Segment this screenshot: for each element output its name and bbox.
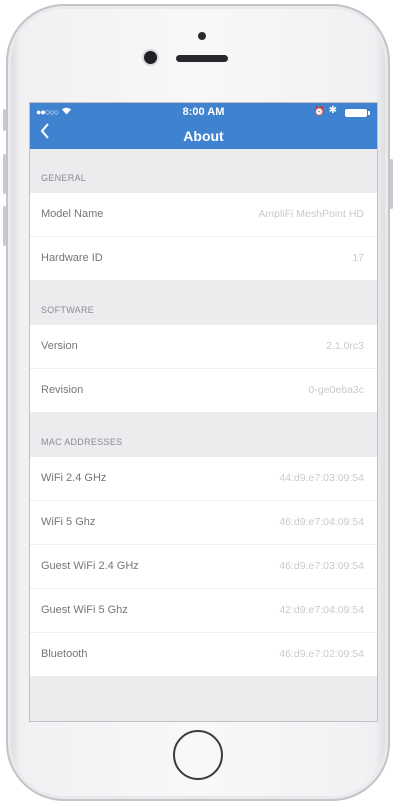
page-title: About	[183, 128, 224, 144]
row-value: 46:d9:e7:04:09:54	[279, 516, 364, 528]
screen: ●●○○○ 8:00 AM ⏰ ✱ About GENERAL Model Na…	[29, 102, 378, 722]
row-value: 46:d9:e7:02:09:54	[279, 648, 364, 660]
status-bar: ●●○○○ 8:00 AM ⏰ ✱	[30, 105, 377, 120]
list-item: WiFi 2.4 GHz 44:d9:e7:03:09:54	[30, 457, 377, 501]
bluetooth-icon: ✱	[328, 105, 337, 116]
row-label: WiFi 5 Ghz	[41, 516, 96, 528]
section-header-label: GENERAL	[41, 173, 87, 183]
row-label: WiFi 2.4 GHz	[41, 472, 107, 484]
front-camera	[144, 51, 157, 64]
mute-switch	[3, 109, 6, 131]
battery-icon	[345, 109, 370, 117]
power-button	[390, 159, 393, 209]
list-item: Guest WiFi 2.4 GHz 46:d9:e7:03:09:54	[30, 545, 377, 589]
row-label: Guest WiFi 2.4 GHz	[41, 560, 139, 572]
row-label: Bluetooth	[41, 648, 88, 660]
section-header-label: MAC ADDRESSES	[41, 437, 123, 447]
list-item: Revision 0-ge0eba3c	[30, 369, 377, 413]
section-header-software: SOFTWARE	[30, 281, 377, 325]
row-value: 2.1.0rc3	[326, 340, 364, 352]
section-header-label: SOFTWARE	[41, 305, 95, 315]
row-label: Guest WiFi 5 Ghz	[41, 604, 128, 616]
list-item: Guest WiFi 5 Ghz 42:d9:e7:04:09:54	[30, 589, 377, 633]
list-item: Model Name AmpliFi MeshPoint HD	[30, 193, 377, 237]
volume-down-button	[3, 206, 6, 246]
proximity-sensor	[198, 32, 206, 40]
row-value: 44:d9:e7:03:09:54	[279, 472, 364, 484]
earpiece-speaker	[176, 55, 228, 62]
row-value: 42:d9:e7:04:09:54	[279, 604, 364, 616]
row-value: 46:d9:e7:03:09:54	[279, 560, 364, 572]
row-label: Model Name	[41, 208, 104, 220]
navigation-bar: ●●○○○ 8:00 AM ⏰ ✱ About	[30, 103, 377, 149]
list-item: Version 2.1.0rc3	[30, 325, 377, 369]
list-item: WiFi 5 Ghz 46:d9:e7:04:09:54	[30, 501, 377, 545]
about-list: GENERAL Model Name AmpliFi MeshPoint HD …	[30, 149, 377, 677]
list-item: Hardware ID 17	[30, 237, 377, 281]
section-header-general: GENERAL	[30, 149, 377, 193]
row-label: Revision	[41, 384, 84, 396]
row-value: 17	[352, 252, 364, 264]
row-value: AmpliFi MeshPoint HD	[258, 208, 364, 220]
section-header-mac-addresses: MAC ADDRESSES	[30, 413, 377, 457]
row-value: 0-ge0eba3c	[308, 384, 364, 396]
home-button[interactable]	[173, 730, 223, 780]
list-item: Bluetooth 46:d9:e7:02:09:54	[30, 633, 377, 677]
row-label: Hardware ID	[41, 252, 103, 264]
volume-up-button	[3, 154, 6, 194]
row-label: Version	[41, 340, 78, 352]
alarm-icon: ⏰	[313, 106, 325, 116]
